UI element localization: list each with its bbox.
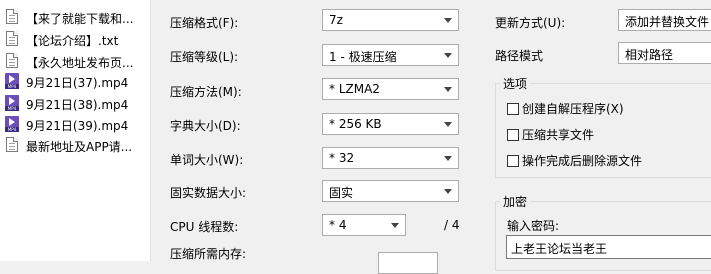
list-item[interactable]: 最新地址及APP请... xyxy=(0,134,150,156)
cpu-total: / 4 xyxy=(444,218,460,232)
file-name: 最新地址及APP请... xyxy=(26,140,133,154)
solid-label: 固实数据大小: xyxy=(170,186,247,200)
word-label: 单词大小(W): xyxy=(170,153,244,167)
method-select[interactable]: * LZMA2 xyxy=(322,78,459,100)
format-label: 压缩格式(F): xyxy=(170,16,239,30)
list-item[interactable]: 【论坛介绍】.txt xyxy=(0,28,150,50)
memory-field xyxy=(378,252,438,274)
memory-label: 压缩所需内存: xyxy=(170,247,247,261)
level-label: 压缩等级(L): xyxy=(170,50,239,64)
path-select[interactable]: 相对路径 xyxy=(618,42,711,64)
mp4-file-icon: MP4 xyxy=(5,116,21,133)
text-file-icon xyxy=(5,31,21,48)
password-label: 输入密码: xyxy=(507,219,560,233)
checkbox[interactable] xyxy=(507,128,519,141)
options-title: 选项 xyxy=(500,75,531,92)
file-list: 【来了就能下载和... 【论坛介绍】.txt 【永久地址发布页... MP4 9… xyxy=(0,0,151,261)
checkbox[interactable] xyxy=(507,154,519,167)
file-name: 【永久地址发布页... xyxy=(26,56,134,70)
file-name: 【论坛介绍】.txt xyxy=(26,34,119,48)
chevron-down-icon xyxy=(444,18,452,23)
text-file-icon xyxy=(5,53,21,70)
password-input[interactable]: 上老王论坛当老王 xyxy=(506,235,711,259)
update-label: 更新方式(U): xyxy=(495,16,566,30)
list-item[interactable]: 【来了就能下载和... xyxy=(0,6,150,28)
level-select[interactable]: 1 - 极速压缩 xyxy=(322,44,459,66)
list-item[interactable]: 【永久地址发布页... xyxy=(0,50,150,72)
dict-select[interactable]: * 256 KB xyxy=(322,113,459,135)
path-label: 路径模式 xyxy=(495,49,544,63)
shared-files-checkbox[interactable]: 压缩共享文件 xyxy=(507,126,594,143)
dict-label: 字典大小(D): xyxy=(170,119,241,133)
text-file-icon xyxy=(5,137,21,154)
list-item[interactable]: MP4 9月21日(37).mp4 xyxy=(0,70,150,92)
cpu-label: CPU 线程数: xyxy=(170,220,239,234)
file-name: 【来了就能下载和... xyxy=(26,12,134,26)
file-name: 9月21日(39).mp4 xyxy=(26,119,129,133)
chevron-down-icon xyxy=(444,189,452,194)
file-name: 9月21日(37).mp4 xyxy=(26,76,129,90)
format-select[interactable]: 7z xyxy=(322,9,459,31)
delete-source-checkbox[interactable]: 操作完成后删除源文件 xyxy=(507,152,642,169)
word-select[interactable]: * 32 xyxy=(322,147,459,169)
mp4-file-icon: MP4 xyxy=(5,95,21,112)
mp4-file-icon: MP4 xyxy=(5,73,21,90)
text-file-icon xyxy=(5,9,21,26)
solid-select[interactable]: 固实 xyxy=(322,180,459,202)
list-item[interactable]: MP4 9月21日(39).mp4 xyxy=(0,113,150,135)
list-item[interactable]: MP4 9月21日(38).mp4 xyxy=(0,92,150,114)
chevron-down-icon xyxy=(391,223,399,228)
sfx-checkbox[interactable]: 创建自解压程序(X) xyxy=(507,100,624,117)
chevron-down-icon xyxy=(444,156,452,161)
checkbox[interactable] xyxy=(507,102,519,115)
update-select[interactable]: 添加并替换文件 xyxy=(618,9,711,31)
encrypt-title: 加密 xyxy=(500,193,531,210)
chevron-down-icon xyxy=(444,87,452,92)
chevron-down-icon xyxy=(444,53,452,58)
file-name: 9月21日(38).mp4 xyxy=(26,98,129,112)
method-label: 压缩方法(M): xyxy=(170,85,242,99)
cpu-select[interactable]: * 4 xyxy=(322,214,406,236)
chevron-down-icon xyxy=(444,122,452,127)
